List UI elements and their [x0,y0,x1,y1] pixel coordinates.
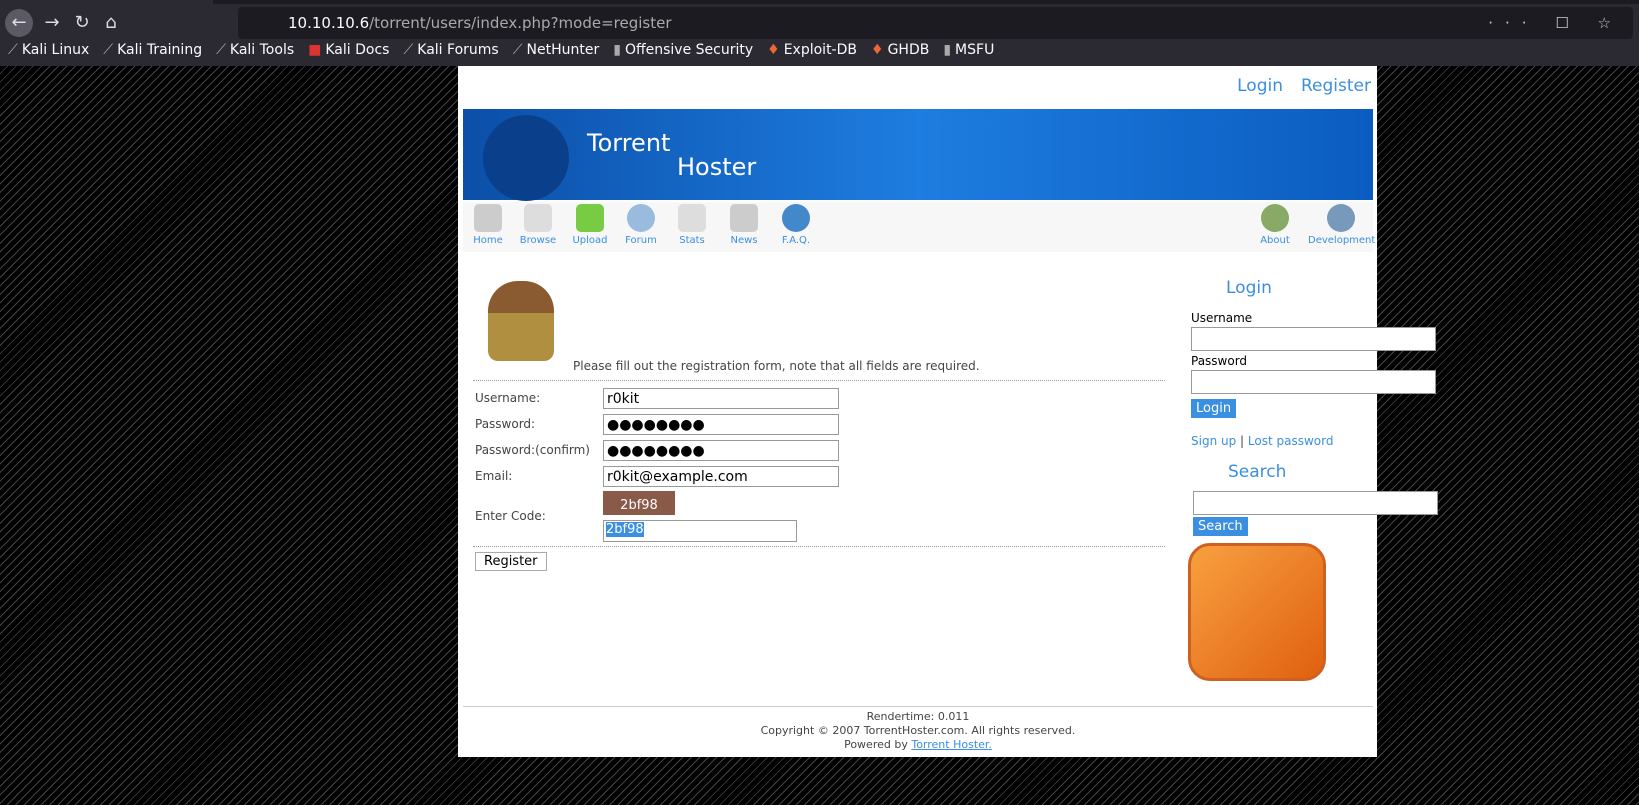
sidebar-password-label: Password [1191,354,1248,368]
nav-forum[interactable]: Forum [616,204,666,246]
about-icon [1261,204,1289,232]
nav-development[interactable]: Development [1308,204,1375,246]
username-input[interactable]: r0kit [603,388,839,409]
footer: Rendertime: 0.011 Copyright © 2007 Torre… [463,706,1373,752]
home-button[interactable]: ⌂ [97,9,125,37]
bookmark[interactable]: ♦ Exploit-DB [767,42,857,58]
sidebar-login-button[interactable]: Login [1191,399,1237,418]
bookmarks-bar: ⟋ Kali Linux ⟋ Kali Training ⟋ Kali Tools ■… [8,42,994,58]
sidebar-username-input[interactable] [1191,327,1436,351]
divider [473,546,1165,547]
site-banner: Torrent Hoster [463,109,1373,201]
nav-stats[interactable]: Stats [667,204,717,246]
development-icon [1327,204,1355,232]
divider [473,380,1165,381]
powered-by-link[interactable]: Torrent Hoster. [911,738,992,751]
bookmark[interactable]: ⟋ NetHunter [513,42,600,58]
forum-icon [627,204,655,232]
bookmark[interactable]: ♦ GHDB [871,42,929,58]
form-intro: Please fill out the registration form, n… [573,359,980,373]
bookmark[interactable]: ⟋ Kali Tools [216,42,294,58]
tab-strip [213,0,1639,4]
stats-icon [678,204,706,232]
lost-password-link[interactable]: Lost password [1248,434,1334,448]
url-host: 10.10.10.6 [288,14,370,32]
user-avatar-icon [488,281,554,361]
search-input[interactable] [1193,491,1438,515]
url-actions-icon[interactable]: ··· ☐ ☆ [1488,7,1623,39]
reload-button[interactable]: ↻ [68,9,96,37]
copyright: Copyright © 2007 TorrentHoster.com. All … [760,724,1076,737]
upload-icon [576,204,604,232]
nav-home[interactable]: Home [463,204,513,246]
sidebar-login-title: Login [1226,278,1272,298]
nav-about[interactable]: About [1250,204,1300,246]
login-link[interactable]: Login [1237,76,1283,96]
code-label: Enter Code: [475,509,546,523]
nav-faq[interactable]: F.A.Q. [771,204,821,246]
bookmark[interactable]: ▮ MSFU [943,42,994,58]
sidebar-search-title: Search [1228,462,1287,482]
register-link[interactable]: Register [1301,76,1371,96]
back-button[interactable]: ← [5,9,33,37]
site-title: Torrent [587,129,671,157]
password-input[interactable]: ●●●●●●●● [603,414,839,435]
sidebar-username-label: Username [1191,311,1253,325]
logo-icon [483,115,569,201]
url-bar[interactable]: 10.10.10.6/torrent/users/index.php?mode=… [238,7,1633,39]
url-path: /torrent/users/index.php?mode=register [369,14,672,32]
news-icon [730,204,758,232]
sidebar-password-input[interactable] [1191,370,1436,394]
rss-feed-icon[interactable] [1188,543,1326,681]
nav-news[interactable]: News [719,204,769,246]
search-button[interactable]: Search [1193,517,1248,536]
browse-icon [524,204,552,232]
confirm-label: Password:(confirm) [475,443,590,457]
bookmark[interactable]: ⟋ Kali Training [103,42,202,58]
rendertime: Rendertime: 0.011 [866,710,970,723]
home-icon [474,204,502,232]
nav-browse[interactable]: Browse [513,204,563,246]
bookmark[interactable]: ⟋ Kali Forums [403,42,498,58]
faq-icon [782,204,810,232]
browser-chrome: ← → ↻ ⌂ 10.10.10.6/torrent/users/index.p… [0,0,1639,66]
email-input[interactable]: r0kit@example.com [603,466,839,487]
confirm-password-input[interactable]: ●●●●●●●● [603,440,839,461]
bookmark[interactable]: ⟋ Kali Linux [8,42,89,58]
email-label: Email: [475,469,513,483]
code-input[interactable]: 2bf98 [603,520,797,542]
forward-button[interactable]: → [38,9,66,37]
nav-bar: Home Browse Upload Forum Stats News F.A.… [463,202,1375,252]
bookmark[interactable]: ■ Kali Docs [308,42,389,58]
register-button[interactable]: Register [475,552,547,571]
nav-upload[interactable]: Upload [565,204,615,246]
signup-link[interactable]: Sign up [1191,434,1236,448]
page: Login Register Torrent Hoster Home Browse… [458,66,1438,757]
password-label: Password: [475,417,536,431]
site-title: Hoster [677,153,757,181]
username-label: Username: [475,391,541,405]
bookmark[interactable]: ▮ Offensive Security [613,42,753,58]
captcha-image: 2bf98 [603,491,675,515]
